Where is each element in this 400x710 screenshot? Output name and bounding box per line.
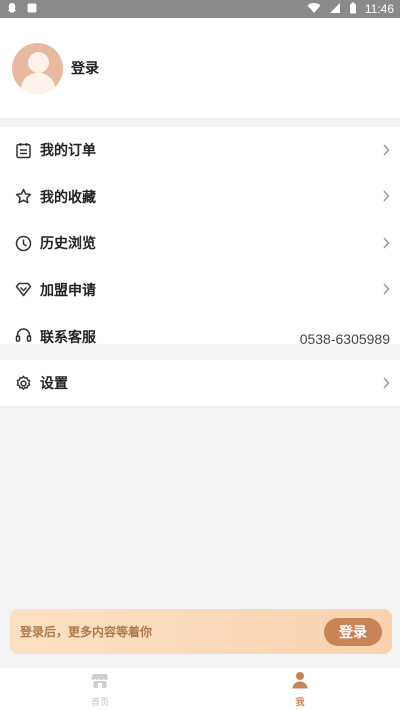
avatar-body — [21, 72, 55, 94]
qq-icon — [6, 2, 18, 17]
chevron-right-icon — [382, 187, 390, 206]
user-icon — [291, 671, 309, 693]
status-right: 11:46 — [307, 2, 394, 17]
login-button[interactable]: 登录 — [324, 617, 382, 646]
login-link[interactable]: 登录 — [71, 58, 99, 78]
menu-item-favorites[interactable]: 我的收藏 — [0, 174, 400, 221]
headset-icon — [14, 326, 32, 344]
customer-service-phone[interactable]: 0538-6305989 — [300, 331, 390, 344]
menu-item-orders[interactable]: 我的订单 — [0, 127, 400, 174]
menu-item-history[interactable]: 历史浏览 — [0, 220, 400, 267]
menu-item-label: 历史浏览 — [40, 236, 96, 253]
menu-item-settings[interactable]: 设置 — [0, 360, 400, 406]
signal-icon — [329, 2, 341, 17]
menu-item-label: 联系客服 — [40, 330, 96, 344]
status-time: 11:46 — [364, 2, 394, 16]
favorite-icon — [14, 188, 32, 206]
gear-icon — [14, 374, 32, 392]
diamond-icon — [14, 281, 32, 299]
avatar-head — [28, 51, 49, 73]
menu-item-label: 我的收藏 — [40, 189, 96, 206]
order-icon — [14, 141, 32, 159]
menu-list: 我的订单 我的收藏 历史浏览 加盟申请 联系客服 0538-6305989 — [0, 127, 400, 344]
profile-header[interactable]: 登录 — [0, 18, 400, 118]
tab-label: 我 — [295, 697, 305, 708]
wifi-icon — [307, 2, 321, 17]
history-icon — [14, 234, 32, 252]
menu-item-label: 设置 — [40, 376, 68, 392]
battery-icon — [349, 2, 357, 17]
tab-label: 首页 — [90, 697, 109, 708]
chevron-right-icon — [382, 234, 390, 253]
menu-item-label: 我的订单 — [40, 143, 96, 160]
menu-item-franchise[interactable]: 加盟申请 — [0, 267, 400, 314]
status-left — [6, 2, 38, 17]
tab-home[interactable]: 首页 — [0, 668, 200, 710]
bottom-nav: 首页 我 — [0, 668, 400, 710]
store-icon — [91, 671, 109, 693]
avatar[interactable] — [12, 42, 63, 94]
login-prompt-banner: 登录后，更多内容等着你 登录 — [10, 609, 392, 654]
menu-item-label: 加盟申请 — [40, 282, 96, 299]
tab-me[interactable]: 我 — [200, 668, 400, 710]
chevron-right-icon — [382, 280, 390, 299]
notification-icon — [26, 2, 38, 17]
menu-item-customer-service[interactable]: 联系客服 0538-6305989 — [0, 313, 400, 344]
chevron-right-icon — [382, 374, 390, 393]
login-prompt-text: 登录后，更多内容等着你 — [20, 625, 153, 639]
status-bar: 11:46 — [0, 0, 400, 18]
chevron-right-icon — [382, 141, 390, 160]
